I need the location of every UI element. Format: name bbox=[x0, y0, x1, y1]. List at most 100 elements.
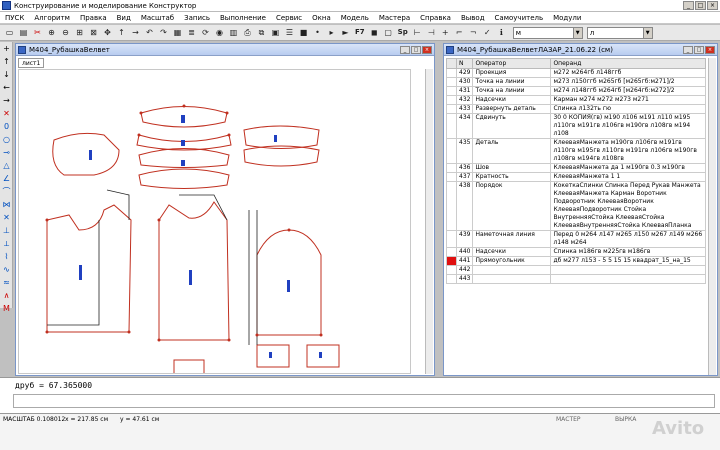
table-icon[interactable]: ▥ bbox=[227, 26, 240, 39]
cell-operator[interactable] bbox=[472, 265, 552, 275]
line-select[interactable]: л ▼ bbox=[586, 26, 653, 39]
cell-operator[interactable]: Сдвинуть bbox=[472, 113, 552, 139]
curve-icon[interactable]: ⌒ bbox=[0, 185, 13, 198]
minimize-button[interactable]: _ bbox=[683, 45, 693, 54]
run-icon[interactable]: ► bbox=[339, 26, 352, 39]
spline-icon[interactable]: ≈ bbox=[0, 276, 13, 289]
table-row[interactable]: 436 Шов КлееваяМанжета да 1 м190гв 0.3 м19… bbox=[446, 163, 706, 173]
palette-icon[interactable]: ◉ bbox=[213, 26, 226, 39]
minimize-button[interactable]: _ bbox=[683, 1, 694, 10]
cell-operand[interactable] bbox=[550, 265, 706, 275]
arrow-left-icon[interactable]: ← bbox=[0, 81, 13, 94]
list-icon[interactable]: ☰ bbox=[283, 26, 296, 39]
cell-operand[interactable]: КлееваяМанжета да 1 м190гв 0.3 м190гв bbox=[550, 163, 706, 173]
zoom-out-icon[interactable]: ⊖ bbox=[59, 26, 72, 39]
cell-operand[interactable]: Карман м274 м272 м273 м271 bbox=[550, 95, 706, 105]
cell-number[interactable]: 432 bbox=[455, 95, 474, 105]
row-marker[interactable] bbox=[446, 256, 457, 266]
cell-number[interactable]: 429 bbox=[455, 68, 474, 78]
cell-operator[interactable]: Надсечки bbox=[472, 247, 552, 257]
menu-samouchitel[interactable]: Самоучитель bbox=[490, 14, 549, 22]
save-icon[interactable]: ▣ bbox=[269, 26, 282, 39]
cell-operator[interactable]: Развернуть деталь bbox=[472, 104, 552, 114]
menu-vyvod[interactable]: Вывод bbox=[456, 14, 490, 22]
row-marker[interactable] bbox=[446, 265, 457, 275]
cell-operand[interactable]: КокеткаСпинки Спинка Перед Рукав Манжета… bbox=[550, 181, 706, 231]
zoom-in-icon[interactable]: ⊕ bbox=[45, 26, 58, 39]
menu-zapis[interactable]: Запись bbox=[179, 14, 215, 22]
point-icon[interactable]: • bbox=[311, 26, 324, 39]
cell-operator[interactable]: Прямоугольник bbox=[472, 256, 552, 266]
step-icon[interactable]: ▸ bbox=[325, 26, 338, 39]
cell-operator[interactable]: Кратность bbox=[472, 172, 552, 182]
zoom-all-icon[interactable]: ⊠ bbox=[87, 26, 100, 39]
tab-sheet1[interactable]: лист1 bbox=[18, 58, 45, 68]
cell-number[interactable]: 436 bbox=[455, 163, 474, 173]
cell-operand[interactable]: КлееваяМанжета м190гв л106гв м191гв л110… bbox=[550, 138, 706, 164]
cell-number[interactable]: 437 bbox=[455, 172, 474, 182]
menu-mastera[interactable]: Мастера bbox=[374, 14, 415, 22]
cell-operand[interactable]: дб м277 л153 - 5 5 15 15 квадрат_15_на_1… bbox=[550, 256, 706, 266]
cross-icon[interactable]: + bbox=[439, 26, 452, 39]
cell-operand[interactable]: м272 м264гб л148ггб bbox=[550, 68, 706, 78]
drawing-scrollbar[interactable] bbox=[425, 69, 433, 374]
maximize-button[interactable]: □ bbox=[411, 45, 421, 54]
operators-scrollbar[interactable] bbox=[708, 58, 716, 375]
table-row[interactable]: 429 Проекция м272 м264гб л148ггб bbox=[446, 68, 706, 78]
cell-number[interactable]: 442 bbox=[455, 265, 474, 275]
cell-operator[interactable]: Наметочная линия bbox=[472, 230, 552, 248]
row-marker[interactable] bbox=[446, 95, 457, 105]
table-row[interactable]: 443 bbox=[446, 274, 706, 284]
sp-button[interactable]: Sp bbox=[396, 26, 410, 39]
menu-vid[interactable]: Вид bbox=[112, 14, 136, 22]
table-row[interactable]: 439 Наметочная линия Перед 0 м264 л147 м26… bbox=[446, 230, 706, 248]
info-icon[interactable]: ℹ bbox=[495, 26, 508, 39]
pan-icon[interactable]: ✥ bbox=[101, 26, 114, 39]
cell-number[interactable]: 438 bbox=[455, 181, 474, 231]
cell-number[interactable]: 435 bbox=[455, 138, 474, 164]
wave-icon[interactable]: ∿ bbox=[0, 263, 13, 276]
dart-icon[interactable]: ∧ bbox=[0, 289, 13, 302]
scissors-icon[interactable]: ✂ bbox=[31, 26, 44, 39]
cell-number[interactable]: 433 bbox=[455, 104, 474, 114]
minimize-button[interactable]: _ bbox=[400, 45, 410, 54]
cell-number[interactable]: 430 bbox=[455, 77, 474, 87]
stop-icon[interactable]: ■ bbox=[297, 26, 310, 39]
row-marker[interactable] bbox=[446, 274, 457, 284]
row-marker[interactable] bbox=[446, 163, 457, 173]
arrow-up-icon[interactable]: ↑ bbox=[115, 26, 128, 39]
cell-operand[interactable]: 30 0 КОПИЯ(гв) м190 л106 м191 л110 м195 … bbox=[550, 113, 706, 139]
menu-pravka[interactable]: Правка bbox=[75, 14, 112, 22]
cell-operator[interactable]: Деталь bbox=[472, 138, 552, 164]
table-row[interactable]: 437 Кратность КлееваяМанжета 1 1 bbox=[446, 172, 706, 182]
close-button[interactable]: × bbox=[707, 1, 718, 10]
cell-operand[interactable]: Спинка л132ть гю bbox=[550, 104, 706, 114]
point-select[interactable]: м ▼ bbox=[512, 26, 583, 39]
row-marker[interactable] bbox=[446, 77, 457, 87]
cell-number[interactable]: 434 bbox=[455, 113, 474, 139]
table-row[interactable]: 442 bbox=[446, 265, 706, 275]
close-button[interactable]: × bbox=[705, 45, 715, 54]
row-marker[interactable] bbox=[446, 86, 457, 96]
layers-icon[interactable]: ≣ bbox=[185, 26, 198, 39]
zero-icon[interactable]: 0 bbox=[0, 120, 13, 133]
cell-number[interactable]: 443 bbox=[455, 274, 474, 284]
bracket-icon[interactable]: ⌐ bbox=[453, 26, 466, 39]
copy-icon[interactable]: ⧉ bbox=[255, 26, 268, 39]
row-marker[interactable] bbox=[446, 113, 457, 139]
master-icon[interactable]: M bbox=[0, 302, 13, 315]
f7-button[interactable]: F7 bbox=[353, 26, 367, 39]
pattern-canvas[interactable] bbox=[18, 69, 411, 374]
cell-number[interactable]: 441 bbox=[455, 256, 474, 266]
stop-run-icon[interactable]: ◼ bbox=[368, 26, 381, 39]
undo-icon[interactable]: ↶ bbox=[143, 26, 156, 39]
cell-operator[interactable]: Шов bbox=[472, 163, 552, 173]
tangent-icon[interactable]: ⌇ bbox=[0, 250, 13, 263]
bowtie-icon[interactable]: ⋈ bbox=[0, 198, 13, 211]
point-on-line-icon[interactable]: ⊸ bbox=[0, 146, 13, 159]
row-marker[interactable] bbox=[446, 230, 457, 248]
command-input[interactable] bbox=[13, 394, 715, 408]
delete-icon[interactable]: ✕ bbox=[0, 107, 13, 120]
cell-operator[interactable]: Точка на линии bbox=[472, 77, 552, 87]
menu-okna[interactable]: Окна bbox=[307, 14, 336, 22]
